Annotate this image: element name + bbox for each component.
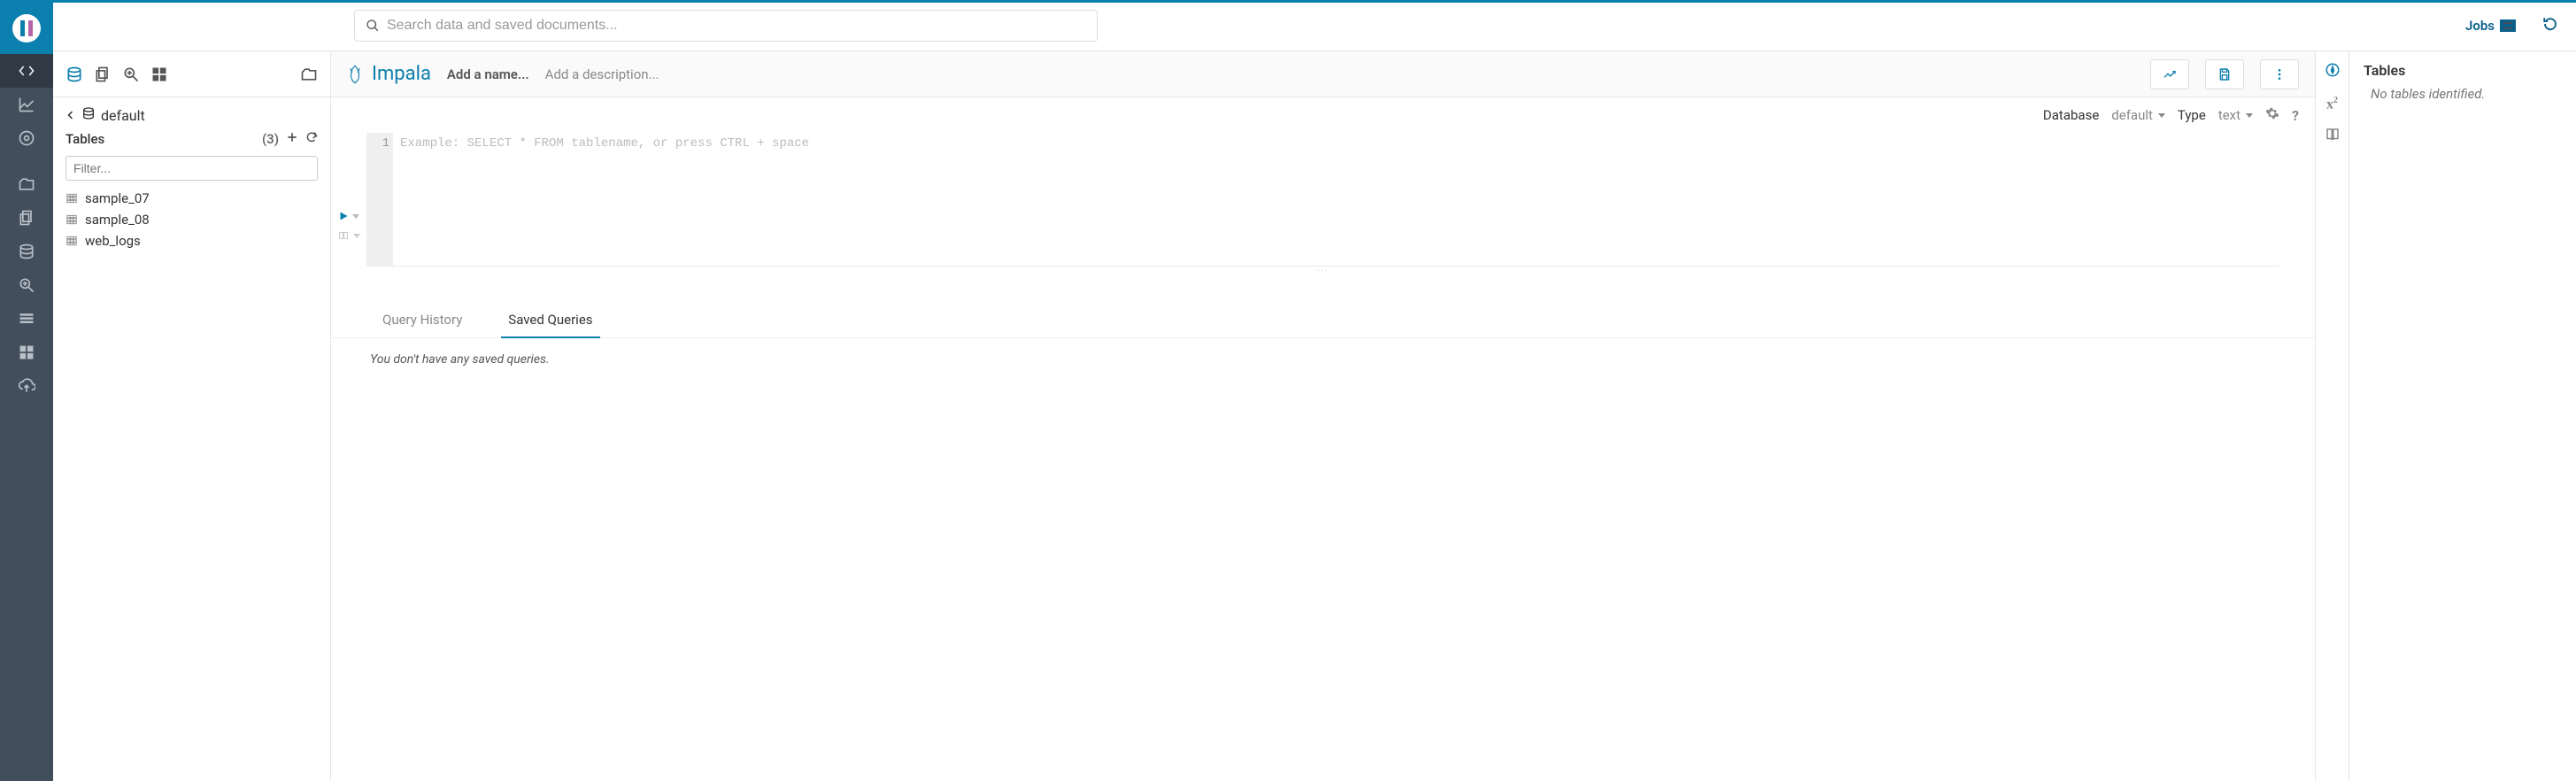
- query-desc-input[interactable]: Add a description...: [545, 66, 659, 82]
- help-icon[interactable]: ?: [2292, 107, 2299, 124]
- breadcrumb-db-name[interactable]: default: [101, 107, 145, 124]
- assist-files-icon[interactable]: [94, 66, 112, 83]
- assistant-icon[interactable]: [2325, 62, 2341, 81]
- assist-toolbar: [53, 51, 330, 97]
- topbar: Jobs: [53, 0, 2576, 51]
- right-tables-empty: No tables identified.: [2364, 86, 2562, 102]
- caret-down-icon: [352, 214, 359, 219]
- global-search-input[interactable]: [387, 18, 1086, 34]
- table-icon: [66, 213, 78, 226]
- engine-selector[interactable]: Impala: [347, 63, 431, 85]
- table-icon: [66, 192, 78, 205]
- nav-jobs[interactable]: [0, 302, 53, 336]
- caret-down-icon: [2158, 113, 2165, 118]
- more-icon: [2272, 67, 2287, 81]
- tables-header: Tables (3): [53, 126, 330, 152]
- editor-subbar: Database default Type text ?: [331, 97, 2315, 133]
- assist-panel: default Tables (3): [53, 51, 331, 781]
- nav-rail: [0, 0, 53, 781]
- caret-down-icon: [2246, 113, 2253, 118]
- chart-button[interactable]: [2150, 59, 2189, 89]
- engine-name: Impala: [372, 63, 431, 85]
- jobs-link[interactable]: Jobs: [2465, 18, 2516, 34]
- tab-query-history[interactable]: Query History: [375, 303, 469, 337]
- assist-db-icon[interactable]: [66, 66, 83, 83]
- table-icon: [66, 235, 78, 247]
- right-strip: x2: [2316, 51, 2349, 781]
- type-dropdown[interactable]: text: [2218, 107, 2253, 123]
- nav-dashboard[interactable]: [0, 88, 53, 121]
- database-dropdown[interactable]: default: [2111, 107, 2165, 123]
- nav-editor[interactable]: [0, 54, 53, 88]
- workspace: default Tables (3): [53, 51, 2576, 781]
- chart-icon: [2163, 67, 2177, 81]
- tables-label: Tables: [66, 131, 104, 147]
- table-name: sample_08: [85, 212, 150, 228]
- table-item[interactable]: sample_08: [66, 209, 318, 230]
- jobs-result-icon: [2500, 19, 2516, 32]
- assist-breadcrumb: default: [53, 97, 330, 126]
- global-search[interactable]: [354, 10, 1098, 42]
- table-item[interactable]: sample_07: [66, 188, 318, 209]
- editor-header: Impala Add a name... Add a description..…: [331, 51, 2315, 97]
- line-gutter: 1: [366, 133, 393, 266]
- editor-panel: Impala Add a name... Add a description..…: [331, 51, 2316, 781]
- query-name-input[interactable]: Add a name...: [447, 66, 529, 82]
- search-icon: [366, 19, 380, 33]
- history-icon[interactable]: [2542, 16, 2558, 35]
- assist-search-icon[interactable]: [122, 66, 140, 83]
- breadcrumb-back-icon[interactable]: [66, 107, 76, 124]
- nav-documents[interactable]: [0, 167, 53, 201]
- save-button[interactable]: [2205, 59, 2244, 89]
- functions-icon[interactable]: x2: [2326, 96, 2338, 112]
- right-tables-title: Tables: [2364, 62, 2562, 79]
- table-list: sample_07 sample_08 web_logs: [53, 188, 330, 251]
- code-content[interactable]: Example: SELECT * FROM tablename, or pre…: [393, 133, 2315, 266]
- nav-importer[interactable]: [0, 369, 53, 403]
- type-label: Type: [2178, 107, 2206, 123]
- code-editor[interactable]: 1 Example: SELECT * FROM tablename, or p…: [366, 133, 2315, 266]
- results-tabs: Query History Saved Queries: [331, 303, 2315, 338]
- filter-wrap: [53, 152, 330, 188]
- tables-filter-input[interactable]: [66, 156, 318, 181]
- caret-down-icon: [353, 234, 360, 238]
- table-name: sample_07: [85, 190, 150, 206]
- table-item[interactable]: web_logs: [66, 230, 318, 251]
- resize-handle[interactable]: ···: [331, 267, 2315, 276]
- nav-scheduler[interactable]: [0, 121, 53, 155]
- jobs-label: Jobs: [2465, 18, 2495, 34]
- saved-queries-empty: You don't have any saved queries.: [331, 338, 2315, 381]
- run-button[interactable]: [338, 211, 359, 221]
- refresh-tables-icon[interactable]: [305, 131, 318, 147]
- lang-ref-icon[interactable]: [2325, 127, 2341, 146]
- database-icon: [81, 106, 96, 124]
- line-number: 1: [366, 136, 389, 151]
- add-table-icon[interactable]: [286, 131, 298, 147]
- nav-files[interactable]: [0, 201, 53, 235]
- main-area: Jobs: [53, 0, 2576, 781]
- top-accent-bar: [0, 0, 2576, 3]
- impala-icon: [347, 64, 363, 85]
- tab-saved-queries[interactable]: Saved Queries: [501, 303, 599, 338]
- nav-tables[interactable]: [0, 235, 53, 268]
- settings-icon[interactable]: [2265, 106, 2279, 124]
- app-root: Jobs: [0, 0, 2576, 781]
- run-gutter: [331, 133, 366, 266]
- brand-logo[interactable]: [0, 3, 53, 54]
- save-icon: [2217, 67, 2232, 81]
- more-button[interactable]: [2260, 59, 2299, 89]
- assist-apps-icon[interactable]: [150, 66, 168, 83]
- assist-documents-icon[interactable]: [300, 66, 318, 83]
- editor-area: 1 Example: SELECT * FROM tablename, or p…: [331, 133, 2315, 266]
- nav-security[interactable]: [0, 336, 53, 369]
- table-name: web_logs: [85, 233, 141, 249]
- nav-indexes[interactable]: [0, 268, 53, 302]
- database-label: Database: [2043, 107, 2099, 123]
- right-panel: Tables No tables identified.: [2349, 51, 2576, 781]
- tables-count: (3): [262, 131, 279, 147]
- explain-button[interactable]: [337, 230, 360, 241]
